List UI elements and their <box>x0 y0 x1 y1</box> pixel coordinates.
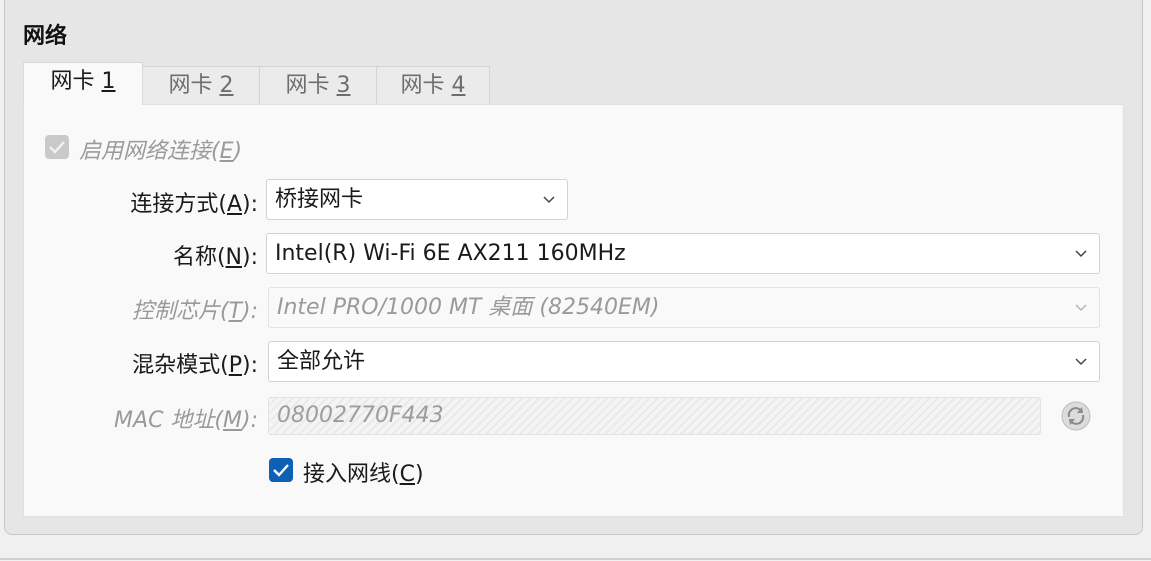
enable-adapter-checkbox[interactable] <box>45 135 69 159</box>
mac-address-label: MAC 地址(M): <box>114 408 258 433</box>
cable-connected-label: 接入网线(C) <box>303 462 424 487</box>
mac-address-field[interactable]: 08002770F443 <box>268 397 1041 435</box>
checkmark-icon <box>273 464 289 477</box>
section-title: 网络 <box>23 24 68 49</box>
chevron-down-icon <box>1075 358 1087 366</box>
adapter-type-select[interactable]: Intel PRO/1000 MT 桌面 (82540EM) <box>268 287 1100 328</box>
tab-adapter-3[interactable]: 网卡 3 <box>259 66 377 104</box>
tab-adapter-4[interactable]: 网卡 4 <box>376 66 490 104</box>
separator <box>0 558 1151 560</box>
chevron-down-icon <box>1075 250 1087 258</box>
adapter-name-select[interactable]: Intel(R) Wi-Fi 6E AX211 160MHz <box>266 233 1100 274</box>
chevron-down-icon <box>1075 304 1087 312</box>
checkmark-icon <box>49 141 65 154</box>
attached-to-label: 连接方式(A): <box>130 192 258 217</box>
tab-adapter-2[interactable]: 网卡 2 <box>142 66 260 104</box>
adapter-type-label: 控制芯片(T): <box>131 299 258 324</box>
promiscuous-mode-label: 混杂模式(P): <box>132 353 258 378</box>
promiscuous-mode-select[interactable]: 全部允许 <box>268 341 1100 382</box>
chevron-down-icon <box>543 196 555 204</box>
attached-to-select[interactable]: 桥接网卡 <box>266 179 568 220</box>
refresh-mac-icon[interactable] <box>1058 398 1094 434</box>
enable-adapter-label: 启用网络连接(E) <box>79 139 243 164</box>
name-label: 名称(N): <box>172 245 258 270</box>
tab-adapter-1[interactable]: 网卡 1 <box>23 62 143 105</box>
cable-connected-checkbox[interactable] <box>269 458 293 482</box>
